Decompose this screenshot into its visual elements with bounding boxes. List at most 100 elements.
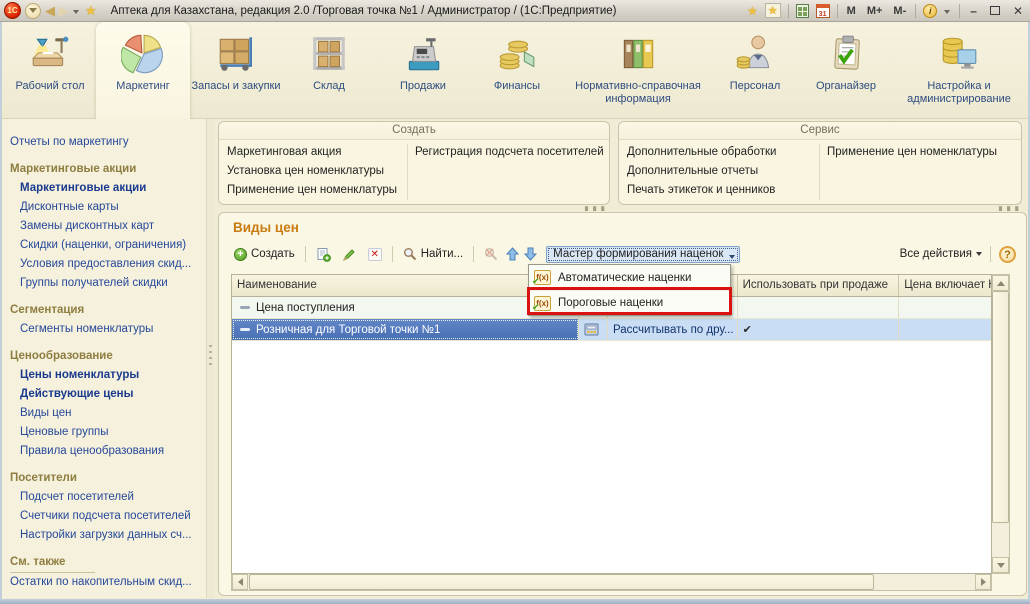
sidebar-splitter[interactable]	[206, 119, 213, 598]
minimize-button[interactable]: –	[967, 4, 980, 18]
navigation-sidebar: Отчеты по маркетингу Маркетинговые акции…	[0, 119, 206, 598]
forward-button[interactable]: ▶	[59, 3, 69, 19]
horizontal-scroll-thumb[interactable]	[249, 574, 874, 590]
row-vat	[899, 297, 991, 318]
help-button[interactable]: ?	[999, 246, 1016, 263]
list-toolbar: + Создать ✕ Найти...	[231, 243, 1016, 265]
sidebar-item-current-prices[interactable]: Действующие цены	[10, 385, 206, 404]
edit-button[interactable]	[339, 246, 360, 263]
row-use-on-sale	[738, 297, 900, 318]
tab-label: Нормативно-справочная информация	[564, 80, 712, 106]
maximize-button[interactable]	[990, 6, 1000, 15]
sidebar-item-discount-cards[interactable]: Дисконтные карты	[10, 198, 206, 217]
calendar-icon[interactable]: 31	[816, 4, 830, 18]
markup-master-dropdown-button[interactable]: Мастер формирования наценок	[546, 246, 740, 263]
info-dropdown-icon[interactable]	[944, 10, 950, 17]
history-dropdown-icon[interactable]	[73, 10, 79, 17]
sidebar-item-card-replacements[interactable]: Замены дисконтных карт	[10, 217, 206, 236]
tab-reference-info[interactable]: Нормативно-справочная информация	[564, 26, 712, 119]
dropdown-arrow-icon	[976, 252, 982, 259]
sidebar-item-visitor-counters[interactable]: Счетчики подсчета посетителей	[10, 507, 206, 526]
sidebar-item-pricing-rules[interactable]: Правила ценообразования	[10, 442, 206, 461]
1c-logo-icon[interactable]: 1С	[4, 2, 21, 19]
tab-finance[interactable]: Финансы	[470, 26, 564, 119]
triangle-right-icon	[981, 578, 990, 586]
copy-icon	[316, 247, 331, 262]
link-print-labels[interactable]: Печать этикеток и ценников	[627, 181, 1021, 200]
splitter-grip-icon	[209, 345, 212, 369]
row-name: Цена поступления	[256, 302, 355, 314]
menu-item-automatic-markups[interactable]: f(x)✔ Автоматические наценки	[529, 265, 730, 290]
link-apply-prices[interactable]: Применение цен номенклатуры	[227, 181, 609, 200]
markup-master-menu: f(x)✔ Автоматические наценки f(x)✔ Порог…	[528, 264, 731, 316]
tab-inventory-purchases[interactable]: Запасы и закупки	[190, 26, 282, 119]
sidebar-item-cumulative-discounts[interactable]: Остатки по накопительным скид...	[10, 573, 206, 592]
titlebar-separator	[837, 4, 838, 18]
sidebar-item-discounts[interactable]: Скидки (наценки, ограничения)	[10, 236, 206, 255]
delete-button[interactable]: ✕	[365, 247, 385, 262]
move-down-button[interactable]	[524, 247, 537, 261]
sidebar-item-price-groups[interactable]: Ценовые группы	[10, 423, 206, 442]
main-menu-button[interactable]	[25, 3, 41, 19]
scroll-up-button[interactable]	[992, 275, 1009, 291]
scroll-right-button[interactable]	[975, 574, 991, 590]
app-window: 1С ◀ ▶ ★ Аптека для Казахстана, редакция…	[0, 0, 1030, 604]
clear-find-button[interactable]	[481, 246, 501, 262]
tab-administration[interactable]: Настройка и администрирование	[894, 26, 1024, 119]
tab-organizer[interactable]: Органайзер	[798, 26, 894, 119]
column-header-use-on-sale[interactable]: Использовать при продаже	[738, 275, 900, 296]
memory-m-button[interactable]: М	[845, 5, 858, 17]
calculator-icon[interactable]	[796, 4, 809, 18]
sidebar-group-header: Сегментация	[10, 301, 206, 320]
link-visitor-registration[interactable]: Регистрация подсчета посетителей	[415, 143, 604, 162]
memory-m-plus-button[interactable]: М+	[865, 5, 885, 17]
tab-warehouse[interactable]: Склад	[282, 26, 376, 119]
service-panel-title: Сервис	[619, 122, 1021, 140]
memory-m-minus-button[interactable]: М-	[891, 5, 908, 17]
back-button[interactable]: ◀	[45, 3, 55, 19]
row-calc-method: Рассчитывать по дру...	[608, 319, 738, 340]
favorites-star-icon[interactable]: ★	[85, 3, 97, 19]
scroll-down-button[interactable]	[992, 557, 1009, 573]
sidebar-item-discount-groups[interactable]: Группы получателей скидки	[10, 274, 206, 293]
menu-item-label: Пороговые наценки	[558, 297, 663, 309]
tab-sales[interactable]: Продажи	[376, 26, 470, 119]
copy-button[interactable]	[313, 246, 334, 263]
find-button[interactable]: Найти...	[400, 246, 466, 262]
sidebar-item-marketing-actions[interactable]: Маркетинговые акции	[10, 179, 206, 198]
column-header-name[interactable]: Наименование	[232, 275, 579, 296]
horizontal-scrollbar[interactable]	[231, 574, 992, 591]
sidebar-item-counter-data-settings[interactable]: Настройки загрузки данных сч...	[10, 526, 206, 545]
triangle-up-icon	[997, 277, 1005, 286]
info-icon[interactable]: i	[923, 4, 937, 18]
all-actions-button[interactable]: Все действия	[900, 248, 982, 260]
sidebar-item-visitor-count[interactable]: Подсчет посетителей	[10, 488, 206, 507]
show-favorites-icon[interactable]: ★	[765, 3, 781, 18]
column-header-price-includes-vat[interactable]: Цена включает Н	[899, 275, 991, 296]
table-row-retail-price-selected[interactable]: Розничная для Торговой точки №1 Рассчиты…	[232, 319, 991, 341]
tab-desktop[interactable]: Рабочий стол	[4, 26, 96, 119]
add-favorite-icon[interactable]: ★	[747, 4, 758, 18]
sidebar-item-marketing-reports[interactable]: Отчеты по маркетингу	[10, 133, 206, 152]
sidebar-item-discount-conditions[interactable]: Условия предоставления скид...	[10, 255, 206, 274]
link-additional-reports[interactable]: Дополнительные отчеты	[627, 162, 1021, 181]
link-apply-prices-service[interactable]: Применение цен номенклатуры	[827, 143, 997, 162]
sidebar-item-nomenclature-segments[interactable]: Сегменты номенклатуры	[10, 320, 206, 339]
tab-marketing[interactable]: Маркетинг	[96, 22, 190, 119]
vertical-scrollbar[interactable]	[992, 274, 1010, 574]
menu-item-threshold-markups[interactable]: f(x)✔ Пороговые наценки	[529, 290, 730, 315]
scroll-left-button[interactable]	[232, 574, 248, 590]
sidebar-group-header: Посетители	[10, 469, 206, 488]
close-button[interactable]: ✕	[1010, 4, 1026, 18]
cash-register-icon	[402, 31, 444, 77]
vertical-scroll-thumb[interactable]	[992, 291, 1009, 523]
tab-personnel[interactable]: Персонал	[712, 26, 798, 119]
link-set-prices[interactable]: Установка цен номенклатуры	[227, 162, 609, 181]
menu-item-label: Автоматические наценки	[558, 272, 691, 284]
toolbar-separator	[990, 246, 991, 262]
sidebar-item-nomenclature-prices[interactable]: Цены номенклатуры	[10, 366, 206, 385]
sidebar-item-price-types[interactable]: Виды цен	[10, 404, 206, 423]
list-item-dash-icon	[240, 328, 250, 331]
move-up-button[interactable]	[506, 247, 519, 261]
create-button[interactable]: + Создать	[231, 247, 298, 262]
